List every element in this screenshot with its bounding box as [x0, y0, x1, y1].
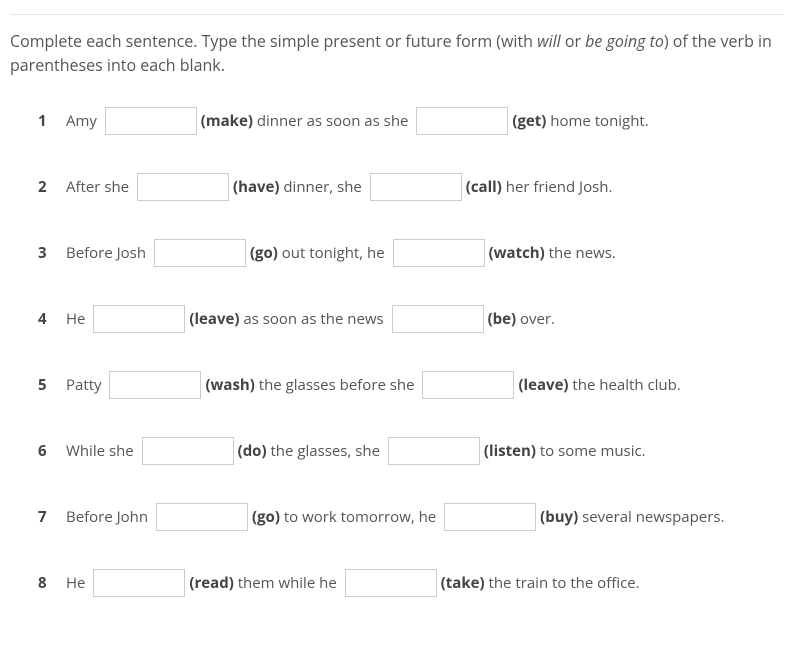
instructions-italic-begoingto: be going to — [585, 30, 664, 52]
verb-label: (be) — [488, 308, 517, 331]
verb-label: (leave) — [518, 374, 568, 397]
verb-label: (watch) — [489, 242, 545, 265]
sentence-text: to some music. — [536, 440, 646, 463]
answer-input-2[interactable] — [422, 371, 514, 399]
verb-label: (do) — [238, 440, 267, 463]
sentence-text: Before Josh — [66, 242, 150, 265]
answer-input-2[interactable] — [345, 569, 437, 597]
sentence-text: her friend Josh. — [502, 176, 613, 199]
answer-input-1[interactable] — [154, 239, 246, 267]
exercise-row: 3Before Josh (go) out tonight, he (watch… — [38, 239, 783, 267]
sentence-text: to work tomorrow, he — [280, 506, 440, 529]
sentence-text: several newspapers. — [578, 506, 724, 529]
answer-input-1[interactable] — [137, 173, 229, 201]
verb-label: (make) — [201, 110, 253, 133]
verb-label: (leave) — [189, 308, 239, 331]
sentence-text: them while he — [234, 572, 341, 595]
exercise-row: 7Before John (go) to work tomorrow, he (… — [38, 503, 783, 531]
exercise-number: 6 — [38, 440, 66, 463]
sentence-text: home tonight. — [546, 110, 648, 133]
verb-label: (read) — [189, 572, 233, 595]
exercise-row: 5Patty (wash) the glasses before she (le… — [38, 371, 783, 399]
exercise-row: 1Amy (make) dinner as soon as she (get) … — [38, 107, 783, 135]
exercise-number: 1 — [38, 110, 66, 133]
sentence-text: over. — [516, 308, 555, 331]
sentence-text: After she — [66, 176, 133, 199]
instructions-italic-will: will — [537, 30, 561, 52]
sentence-text: the news. — [545, 242, 616, 265]
sentence-text: Amy — [66, 110, 101, 133]
verb-label: (call) — [466, 176, 502, 199]
answer-input-2[interactable] — [416, 107, 508, 135]
answer-input-2[interactable] — [393, 239, 485, 267]
answer-input-1[interactable] — [105, 107, 197, 135]
verb-label: (listen) — [484, 440, 536, 463]
answer-input-2[interactable] — [392, 305, 484, 333]
exercise-number: 3 — [38, 242, 66, 265]
exercise-row: 6While she (do) the glasses, she (listen… — [38, 437, 783, 465]
verb-label: (take) — [441, 572, 485, 595]
answer-input-1[interactable] — [93, 305, 185, 333]
instructions-part: or — [561, 30, 585, 52]
sentence-text: dinner, she — [279, 176, 365, 199]
sentence-text: the train to the office. — [485, 572, 640, 595]
sentence-text: out tonight, he — [278, 242, 389, 265]
verb-label: (buy) — [540, 506, 578, 529]
verb-label: (get) — [512, 110, 546, 133]
exercise-list: 1Amy (make) dinner as soon as she (get) … — [10, 107, 783, 597]
answer-input-1[interactable] — [156, 503, 248, 531]
instructions-part: Complete each sentence. Type the simple … — [10, 30, 537, 52]
instructions-text: Complete each sentence. Type the simple … — [10, 29, 783, 77]
answer-input-2[interactable] — [370, 173, 462, 201]
sentence-text: as soon as the news — [239, 308, 387, 331]
answer-input-1[interactable] — [93, 569, 185, 597]
verb-label: (go) — [250, 242, 278, 265]
sentence-text: dinner as soon as she — [253, 110, 412, 133]
section-divider — [10, 14, 783, 15]
exercise-number: 5 — [38, 374, 66, 397]
sentence-text: He — [66, 572, 89, 595]
exercise-row: 8He (read) them while he (take) the trai… — [38, 569, 783, 597]
answer-input-1[interactable] — [109, 371, 201, 399]
exercise-row: 2After she (have) dinner, she (call) her… — [38, 173, 783, 201]
exercise-number: 7 — [38, 506, 66, 529]
exercise-number: 8 — [38, 572, 66, 595]
exercise-row: 4He (leave) as soon as the news (be) ove… — [38, 305, 783, 333]
exercise-number: 2 — [38, 176, 66, 199]
verb-label: (wash) — [205, 374, 254, 397]
answer-input-2[interactable] — [388, 437, 480, 465]
answer-input-1[interactable] — [142, 437, 234, 465]
exercise-number: 4 — [38, 308, 66, 331]
sentence-text: While she — [66, 440, 138, 463]
sentence-text: Before John — [66, 506, 152, 529]
sentence-text: Patty — [66, 374, 105, 397]
sentence-text: the glasses, she — [267, 440, 384, 463]
sentence-text: He — [66, 308, 89, 331]
sentence-text: the glasses before she — [255, 374, 419, 397]
verb-label: (go) — [252, 506, 280, 529]
verb-label: (have) — [233, 176, 279, 199]
answer-input-2[interactable] — [444, 503, 536, 531]
sentence-text: the health club. — [569, 374, 681, 397]
